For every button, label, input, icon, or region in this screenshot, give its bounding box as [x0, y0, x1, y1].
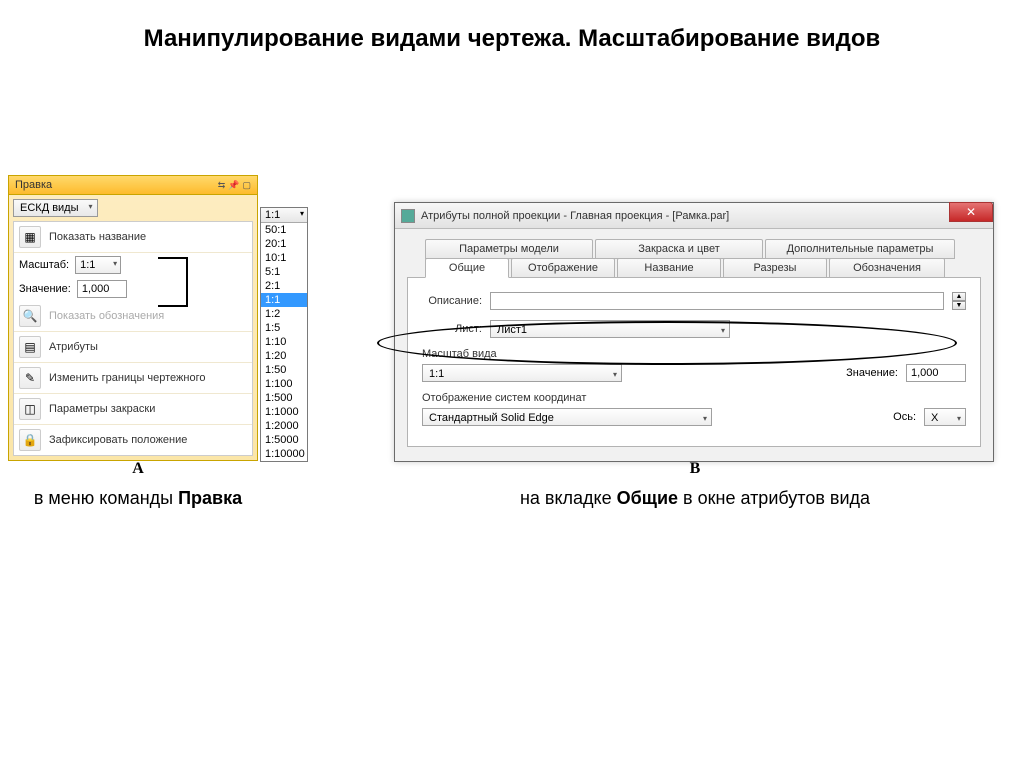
scale-option[interactable]: 1:1 [261, 293, 307, 307]
tab-content: Описание: ▲ ▼ Лист: Лист1 Масштаб вида 1… [407, 277, 981, 447]
window-icon [401, 209, 415, 223]
page-title: Манипулирование видами чертежа. Масштаби… [0, 0, 1024, 63]
panel-header: Правка ⇆ 📌 ▢ [8, 175, 258, 195]
dialog-titlebar[interactable]: Атрибуты полной проекции - Главная проек… [395, 203, 993, 229]
panel-controls[interactable]: ⇆ 📌 ▢ [218, 180, 251, 191]
show-designations-label: Показать обозначения [49, 310, 164, 322]
fill-params-row[interactable]: ◫ Параметры закраски [14, 394, 252, 425]
stepper-up-icon[interactable]: ▲ [952, 292, 966, 301]
scale-option[interactable]: 1:10000 [261, 447, 307, 461]
scale-option[interactable]: 1:50 [261, 363, 307, 377]
dialog-body: Параметры модели Закраска и цвет Дополни… [395, 229, 993, 461]
scale-dropdown-list[interactable]: 1:1 50:120:110:15:12:11:11:21:51:101:201… [260, 207, 308, 462]
caption-a-text: в меню команды Правка [8, 488, 268, 509]
change-bounds-row[interactable]: ✎ Изменить границы чертежного [14, 363, 252, 394]
panel-title: Правка [15, 179, 52, 191]
attributes-icon: ▤ [19, 336, 41, 358]
scale-option[interactable]: 1:2 [261, 307, 307, 321]
axis-combo[interactable]: X [924, 408, 966, 426]
description-stepper[interactable]: ▲ ▼ [952, 292, 966, 310]
scale-option[interactable]: 1:5 [261, 321, 307, 335]
axis-label: Ось: [893, 411, 916, 423]
scale-group-label: Масштаб вида [422, 348, 966, 360]
panel-body: ЕСКД виды ▦ Показать название Масштаб: 1… [8, 195, 258, 461]
sheet-row: Лист: Лист1 [422, 320, 966, 338]
tabs-row1: Параметры модели Закраска и цвет Дополни… [425, 239, 981, 259]
tab-additional[interactable]: Дополнительные параметры [765, 239, 955, 259]
panel-rows: ▦ Показать название Масштаб: 1:1 Значени… [13, 221, 253, 456]
attributes-dialog: Атрибуты полной проекции - Главная проек… [394, 202, 994, 462]
dialog-value-input[interactable] [906, 364, 966, 382]
scale-option[interactable]: 2:1 [261, 279, 307, 293]
sheet-combo[interactable]: Лист1 [490, 320, 730, 338]
close-icon[interactable]: ▢ [242, 180, 251, 191]
scale-label: Масштаб: [19, 259, 69, 271]
fill-params-label: Параметры закраски [49, 403, 155, 415]
tab-fill-color[interactable]: Закраска и цвет [595, 239, 763, 259]
dialog-value-label: Значение: [846, 367, 898, 379]
dropdown-pin-icon[interactable]: ⇆ [218, 180, 226, 191]
scale-option[interactable]: 50:1 [261, 223, 307, 237]
edit-panel: Правка ⇆ 📌 ▢ ЕСКД виды ▦ Показать назван… [8, 175, 258, 461]
bounds-icon: ✎ [19, 367, 41, 389]
caption-a: A в меню команды Правка [8, 460, 268, 509]
change-bounds-label: Изменить границы чертежного [49, 372, 205, 384]
tab-display[interactable]: Отображение [511, 258, 615, 278]
sheet-label: Лист: [422, 323, 482, 335]
lock-position-label: Зафиксировать положение [49, 434, 187, 446]
description-row: Описание: ▲ ▼ [422, 292, 966, 310]
show-designations-row: 🔍 Показать обозначения [14, 301, 252, 332]
fill-icon: ◫ [19, 398, 41, 420]
caption-b-letter: B [400, 460, 990, 478]
scale-option[interactable]: 1:20 [261, 349, 307, 363]
value-row: Значение: [14, 277, 252, 301]
lock-position-row[interactable]: 🔒 Зафиксировать положение [14, 425, 252, 455]
tabs-row2: Общие Отображение Название Разрезы Обозн… [425, 258, 981, 278]
caption-b-text: на вкладке Общие в окне атрибутов вида [400, 488, 990, 509]
stepper-down-icon[interactable]: ▼ [952, 301, 966, 310]
scale-option[interactable]: 10:1 [261, 251, 307, 265]
scale-option[interactable]: 20:1 [261, 237, 307, 251]
description-label: Описание: [422, 295, 482, 307]
tab-general[interactable]: Общие [425, 258, 509, 278]
window-title: Атрибуты полной проекции - Главная проек… [421, 210, 729, 222]
attributes-row[interactable]: ▤ Атрибуты [14, 332, 252, 363]
scale-option[interactable]: 1:1000 [261, 405, 307, 419]
tab-sections[interactable]: Разрезы [723, 258, 827, 278]
caption-a-letter: A [8, 460, 268, 478]
scale-list-header[interactable]: 1:1 [261, 208, 307, 223]
caption-b: B на вкладке Общие в окне атрибутов вида [400, 460, 990, 509]
pin-icon[interactable]: 📌 [228, 180, 239, 191]
description-input[interactable] [490, 292, 944, 310]
scale-option[interactable]: 1:2000 [261, 419, 307, 433]
scale-option[interactable]: 5:1 [261, 265, 307, 279]
close-button[interactable]: ✕ [949, 202, 993, 222]
tab-designations[interactable]: Обозначения [829, 258, 945, 278]
show-name-row[interactable]: ▦ Показать название [14, 222, 252, 253]
coord-combo[interactable]: Стандартный Solid Edge [422, 408, 712, 426]
coord-group-label: Отображение систем координат [422, 392, 966, 404]
scale-combo[interactable]: 1:1 [75, 256, 121, 274]
tab-model-params[interactable]: Параметры модели [425, 239, 593, 259]
magnifier-icon: 🔍 [19, 305, 41, 327]
scale-option[interactable]: 1:500 [261, 391, 307, 405]
scale-row: Масштаб: 1:1 [14, 253, 252, 277]
scale-option[interactable]: 1:10 [261, 335, 307, 349]
value-label: Значение: [19, 283, 71, 295]
coord-row: Стандартный Solid Edge Ось: X [422, 408, 966, 426]
show-name-icon: ▦ [19, 226, 41, 248]
show-name-label: Показать название [49, 231, 146, 243]
dialog-scale-combo[interactable]: 1:1 [422, 364, 622, 382]
lock-icon: 🔒 [19, 429, 41, 451]
scale-option[interactable]: 1:5000 [261, 433, 307, 447]
tab-name[interactable]: Название [617, 258, 721, 278]
attributes-label: Атрибуты [49, 341, 98, 353]
value-input[interactable] [77, 280, 127, 298]
eskd-dropdown[interactable]: ЕСКД виды [13, 199, 98, 217]
scale-option[interactable]: 1:100 [261, 377, 307, 391]
scale-group-row: 1:1 Значение: [422, 364, 966, 382]
